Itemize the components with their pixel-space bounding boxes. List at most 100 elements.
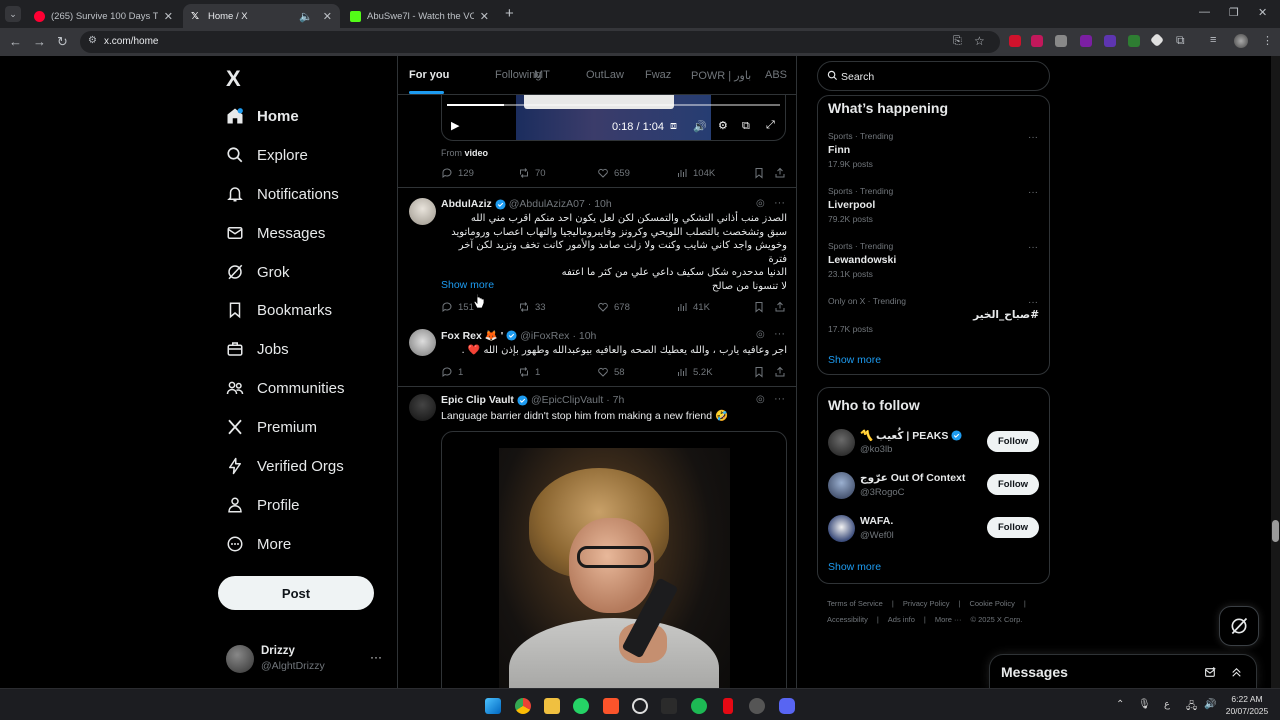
footer-link[interactable]: Ads info (888, 615, 915, 624)
follow-button[interactable]: Follow (987, 517, 1039, 538)
author-handle[interactable]: @iFoxRex (520, 330, 569, 342)
reply-button[interactable]: 1 (441, 366, 463, 378)
sidebar-item-verified-orgs[interactable]: Verified Orgs (226, 451, 344, 481)
volume-icon[interactable]: 🔊 (1204, 699, 1216, 710)
post-button[interactable]: Post (218, 576, 374, 610)
like-button[interactable]: 678 (597, 301, 630, 313)
trend-menu-icon[interactable]: ··· (1028, 187, 1038, 198)
mute-tab-icon[interactable]: 🔈 (299, 10, 313, 23)
extension-icon[interactable] (1031, 35, 1043, 47)
post-menu-icon[interactable]: ··· (774, 197, 785, 209)
avatar[interactable] (828, 515, 855, 542)
whatsapp-icon[interactable] (573, 698, 589, 714)
reload-icon[interactable]: ↻ (57, 34, 68, 50)
profile-avatar-icon[interactable] (1234, 34, 1248, 48)
app-icon[interactable] (661, 698, 677, 714)
scrollbar-thumb[interactable] (1272, 520, 1279, 542)
volume-icon[interactable]: 🔊 (693, 120, 707, 133)
microphone-icon[interactable]: 🎙 (1138, 699, 1151, 710)
bookmark-button[interactable] (753, 167, 770, 179)
sidebar-item-home[interactable]: Home (226, 101, 299, 131)
brave-icon[interactable] (603, 698, 619, 714)
avatar[interactable] (828, 472, 855, 499)
video-player[interactable]: ▶ 0:18 / 1:04 ⧈ 🔊 ⚙ ⧉ ⤢ (441, 95, 786, 141)
x-logo[interactable]: X (226, 66, 241, 92)
reply-button[interactable]: 151 (441, 301, 474, 313)
avatar[interactable] (409, 198, 436, 225)
sidebar-item-explore[interactable]: Explore (226, 140, 308, 170)
chevron-up-icon[interactable] (1230, 666, 1243, 679)
browser-tab-kick[interactable]: AbuSwe7l - Watch the VOD on ✕ (342, 4, 497, 28)
repost-button[interactable]: 33 (518, 301, 546, 313)
video-player[interactable] (441, 431, 787, 688)
footer-more-link[interactable]: More ··· (935, 615, 962, 624)
like-button[interactable]: 659 (597, 167, 630, 179)
back-arrow-icon[interactable]: ← (9, 34, 22, 50)
pip-icon[interactable]: ⧉ (742, 120, 750, 133)
tray-overflow-icon[interactable]: ⌃ (1116, 699, 1124, 710)
bookmark-button[interactable] (753, 366, 770, 378)
views-button[interactable]: 104K (676, 167, 715, 179)
tab-search-button[interactable]: ⌄ (5, 6, 21, 22)
views-button[interactable]: 41K (676, 301, 710, 313)
browser-tab-youtube[interactable]: (265) Survive 100 Days Trapped ✕ (26, 4, 181, 28)
repost-button[interactable]: 70 (518, 167, 546, 179)
messages-drawer[interactable]: Messages (989, 654, 1257, 688)
repost-button[interactable]: 1 (518, 366, 540, 378)
video-source-link[interactable]: video (465, 148, 489, 158)
sidebar-item-communities[interactable]: Communities (226, 373, 345, 403)
browser-tab-x-home[interactable]: 𝕏 Home / X 🔈 ✕ (183, 4, 340, 28)
views-button[interactable]: 5.2K (676, 366, 713, 378)
post-menu-icon[interactable]: ··· (774, 328, 785, 340)
grok-explain-icon[interactable]: ◎ (756, 394, 765, 405)
footer-link[interactable]: Cookie Policy (969, 599, 1014, 608)
address-bar[interactable]: ⚙ x.com/home (80, 31, 1000, 53)
spotify-icon[interactable] (691, 698, 707, 714)
extensions-puzzle-icon[interactable]: ⧉ (1176, 33, 1185, 48)
play-icon[interactable]: ▶ (451, 119, 459, 132)
share-button[interactable] (774, 366, 791, 378)
follow-suggestion-name[interactable]: WAFA. (860, 515, 893, 527)
follow-button[interactable]: Follow (987, 431, 1039, 452)
extension-icon[interactable] (1128, 35, 1140, 47)
close-tab-icon[interactable]: ✕ (164, 10, 173, 23)
sidebar-item-bookmarks[interactable]: Bookmarks (226, 295, 332, 325)
trend-menu-icon[interactable]: ··· (1028, 242, 1038, 253)
tab-abs[interactable]: ABS (765, 69, 787, 81)
author-name[interactable]: AbdulAziz (441, 198, 492, 210)
trend-name[interactable]: Liverpool (828, 199, 875, 211)
like-button[interactable]: 58 (597, 366, 625, 378)
tab-fwaz[interactable]: Fwaz (645, 69, 671, 81)
sidebar-item-grok[interactable]: Grok (226, 257, 290, 287)
fullscreen-icon[interactable]: ⤢ (766, 119, 775, 132)
post-time[interactable]: · 10h (588, 198, 612, 210)
sidebar-item-jobs[interactable]: Jobs (226, 334, 289, 364)
close-tab-icon[interactable]: ✕ (323, 10, 332, 23)
file-explorer-icon[interactable] (544, 698, 560, 714)
sidebar-item-notifications[interactable]: Notifications (226, 179, 339, 209)
close-window-button[interactable]: ✕ (1258, 6, 1267, 19)
language-indicator[interactable]: ع (1164, 699, 1170, 710)
browser-menu-icon[interactable]: ⋮ (1262, 34, 1273, 47)
footer-link[interactable]: Privacy Policy (903, 599, 950, 608)
discord-icon[interactable] (779, 698, 795, 714)
avatar[interactable] (409, 394, 436, 421)
grok-explain-icon[interactable]: ◎ (756, 198, 765, 209)
extension-icon[interactable] (1009, 35, 1021, 47)
share-button[interactable] (774, 167, 791, 179)
new-tab-button[interactable]: + (505, 6, 514, 22)
minimize-window-button[interactable]: — (1199, 6, 1210, 18)
post-time[interactable]: · 10h (572, 330, 596, 342)
sidebar-item-more[interactable]: More (226, 529, 291, 559)
show-more-link[interactable]: Show more (441, 279, 494, 291)
trend-name[interactable]: Lewandowski (828, 254, 896, 266)
chrome-icon[interactable] (515, 698, 531, 714)
app-icon[interactable] (632, 698, 648, 714)
tab-powr[interactable]: POWR | باور (691, 69, 751, 82)
post-time[interactable]: · 7h (606, 394, 624, 406)
tab-for-you[interactable]: For you (409, 69, 449, 81)
page-scrollbar[interactable] (1271, 56, 1280, 688)
grok-explain-icon[interactable]: ◎ (756, 329, 765, 340)
footer-link[interactable]: Accessibility (827, 615, 868, 624)
reading-list-icon[interactable]: ≡ (1210, 34, 1216, 46)
